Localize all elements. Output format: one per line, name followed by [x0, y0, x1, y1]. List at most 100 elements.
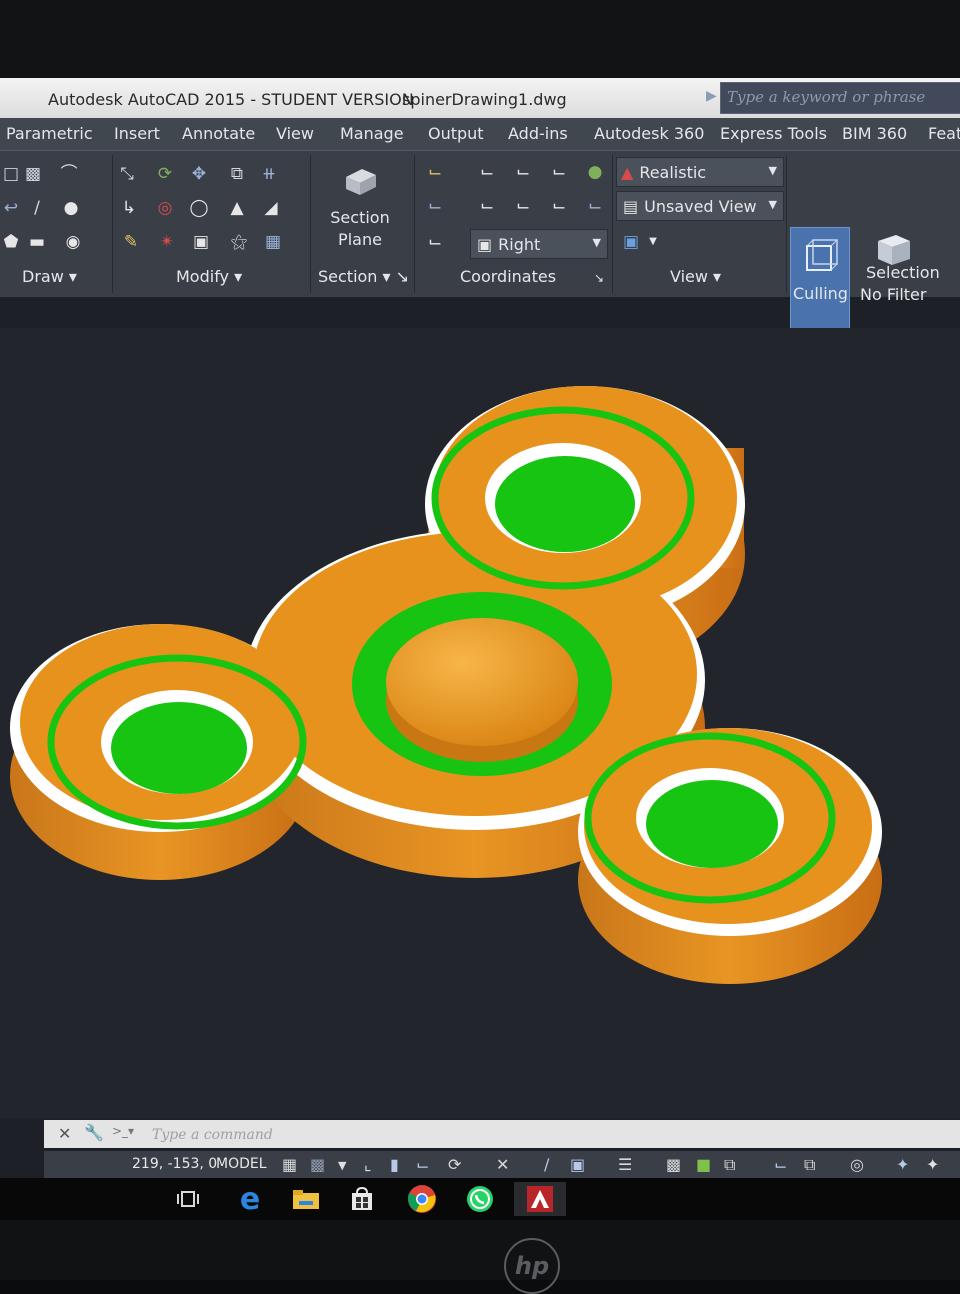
- panel-view-title[interactable]: View ▾: [670, 267, 721, 286]
- dialog-launcher-icon[interactable]: ↘: [594, 271, 604, 285]
- panel-modify-title[interactable]: Modify ▾: [176, 267, 242, 286]
- ucs-object-icon[interactable]: ●: [584, 161, 606, 183]
- object-snap-icon[interactable]: ▣: [570, 1155, 585, 1174]
- rectangular-array-icon[interactable]: ▦: [262, 231, 284, 253]
- file-explorer-icon[interactable]: [286, 1182, 326, 1216]
- store-icon[interactable]: [342, 1182, 382, 1216]
- polar-tracking-icon[interactable]: ⟳: [448, 1155, 461, 1174]
- erase-icon[interactable]: ✎: [120, 231, 142, 253]
- chevron-down-icon[interactable]: ▼: [338, 1159, 346, 1172]
- monitor-bezel-bottom: [0, 1220, 960, 1280]
- dynamic-ucs-icon[interactable]: ⌙: [774, 1155, 787, 1174]
- chevron-down-icon[interactable]: ▼: [642, 231, 664, 253]
- object-snap-tracking-icon[interactable]: ∕: [544, 1155, 549, 1174]
- ribbon: □ ▩ ⌒ ↩ ∕ ● ⬟ ▬ ◉ Draw ▾ ⤡ ⟳ ✥ ⧉ ⧺ ↳ ◎ ◯…: [0, 150, 960, 331]
- tab-insert[interactable]: Insert: [114, 124, 160, 143]
- view-direction-dropdown[interactable]: ▣ Right ▼: [470, 229, 608, 259]
- help-search-input[interactable]: [721, 83, 959, 111]
- command-input[interactable]: [150, 1123, 854, 1147]
- tab-output[interactable]: Output: [428, 124, 484, 143]
- culling-button[interactable]: Culling: [790, 227, 850, 331]
- rotate-icon[interactable]: ⟳: [154, 163, 176, 185]
- tab-bim-360[interactable]: BIM 360: [842, 124, 907, 143]
- ucs-previous-icon[interactable]: ⌙: [512, 161, 534, 183]
- array-icon[interactable]: ◎: [154, 197, 176, 219]
- move-icon[interactable]: ✥: [188, 163, 210, 185]
- drawing-viewport[interactable]: [0, 328, 960, 1118]
- rectangle-icon[interactable]: □: [0, 163, 22, 185]
- close-icon[interactable]: ✕: [58, 1124, 71, 1143]
- ucs-z-icon[interactable]: ⌙: [584, 195, 606, 217]
- culling-cube-icon: [801, 236, 839, 276]
- grid-icon[interactable]: ▦: [282, 1155, 297, 1174]
- viewport-config-icon[interactable]: ▣: [620, 231, 642, 253]
- section-plane-line2: Plane: [338, 230, 382, 249]
- region-icon[interactable]: ▬: [26, 231, 48, 253]
- model-space-button[interactable]: MODEL: [216, 1156, 267, 1172]
- tab-manage[interactable]: Manage: [340, 124, 404, 143]
- tab-annotate[interactable]: Annotate: [182, 124, 255, 143]
- dynamic-input-icon[interactable]: ▮: [390, 1155, 399, 1174]
- isodraft-icon[interactable]: ✕: [496, 1155, 509, 1174]
- 3d-object-snap-icon[interactable]: ⧉: [724, 1155, 735, 1175]
- fillet-icon[interactable]: ↳: [118, 197, 140, 219]
- section-plane-button[interactable]: Section Plane: [320, 207, 400, 251]
- tab-parametric[interactable]: Parametric: [6, 124, 93, 143]
- offset-circle-icon[interactable]: ◯: [188, 197, 210, 219]
- ucs-face-icon[interactable]: ⌙: [548, 161, 570, 183]
- visual-style-dropdown[interactable]: ▲ Realistic ▼: [616, 157, 784, 187]
- mirror-icon[interactable]: ▲: [226, 197, 248, 219]
- copy-icon[interactable]: ⧉: [226, 163, 248, 185]
- ucs-icon[interactable]: ⌙: [424, 161, 446, 183]
- autocad-icon[interactable]: [514, 1182, 566, 1216]
- ucs-x-icon[interactable]: ⌙: [512, 195, 534, 217]
- trim-icon[interactable]: ⧺: [258, 163, 280, 185]
- ucs-view-icon[interactable]: ⌙: [424, 231, 446, 253]
- ucs-y-icon[interactable]: ⌙: [548, 195, 570, 217]
- ortho-icon[interactable]: ⌙: [416, 1155, 429, 1174]
- boundary-icon[interactable]: ◉: [62, 231, 84, 253]
- tab-autodesk-360[interactable]: Autodesk 360: [594, 124, 704, 143]
- snap-icon[interactable]: ▩: [310, 1155, 325, 1174]
- selection-cycling-icon[interactable]: ■: [696, 1155, 711, 1174]
- join-icon[interactable]: ⚝: [228, 231, 250, 253]
- line-icon[interactable]: ∕: [26, 197, 48, 219]
- tab-express-tools[interactable]: Express Tools: [720, 124, 827, 143]
- transparency-icon[interactable]: ▩: [666, 1155, 681, 1174]
- explode-icon[interactable]: ✴: [156, 231, 178, 253]
- command-line: ✕ 🔧 >_▾: [44, 1120, 960, 1148]
- panel-selection-title[interactable]: Selection: [866, 263, 940, 282]
- tab-view[interactable]: View: [276, 124, 314, 143]
- lineweight-icon[interactable]: ☰: [618, 1155, 632, 1174]
- annotation-visibility-icon[interactable]: ✦: [896, 1155, 909, 1174]
- named-view-dropdown[interactable]: ▤ Unsaved View ▼: [616, 191, 784, 221]
- hatch-icon[interactable]: ▩: [22, 163, 44, 185]
- circle-icon[interactable]: ●: [60, 197, 82, 219]
- ucs-3point-icon[interactable]: ⌙: [424, 195, 446, 217]
- polyline-icon[interactable]: ↩: [0, 197, 22, 219]
- chamfer-icon[interactable]: ◢: [260, 197, 282, 219]
- chrome-icon[interactable]: [402, 1182, 442, 1216]
- whatsapp-icon[interactable]: [460, 1182, 500, 1216]
- selection-filter-icon[interactable]: ⧉: [804, 1155, 815, 1175]
- task-view-icon[interactable]: [168, 1182, 208, 1216]
- polygon-icon[interactable]: ⬟: [0, 231, 22, 253]
- ucs-world-icon[interactable]: ⌙: [476, 161, 498, 183]
- panel-draw-title[interactable]: Draw ▾: [22, 267, 77, 286]
- panel-section-title[interactable]: Section ▾ ↘: [318, 267, 409, 286]
- panel-coordinates-title[interactable]: Coordinates: [460, 267, 556, 286]
- edge-browser-icon[interactable]: e: [230, 1182, 270, 1217]
- tab-add-ins[interactable]: Add-ins: [508, 124, 568, 143]
- help-search-box[interactable]: [720, 82, 960, 114]
- arc-icon[interactable]: ⌒: [58, 163, 80, 185]
- no-filter-button[interactable]: No Filter: [860, 285, 926, 304]
- stretch-icon[interactable]: ▣: [190, 231, 212, 253]
- scale-icon[interactable]: ⤡: [116, 163, 138, 185]
- command-prompt-icon[interactable]: >_▾: [112, 1124, 134, 1138]
- wrench-icon[interactable]: 🔧: [84, 1123, 104, 1142]
- auto-scale-icon[interactable]: ✦: [926, 1155, 939, 1174]
- tab-featured[interactable]: Featu: [928, 124, 960, 143]
- ucs-origin-icon[interactable]: ⌙: [476, 195, 498, 217]
- gizmo-icon[interactable]: ◎: [850, 1155, 864, 1174]
- infer-constraints-icon[interactable]: ⌞: [364, 1155, 372, 1174]
